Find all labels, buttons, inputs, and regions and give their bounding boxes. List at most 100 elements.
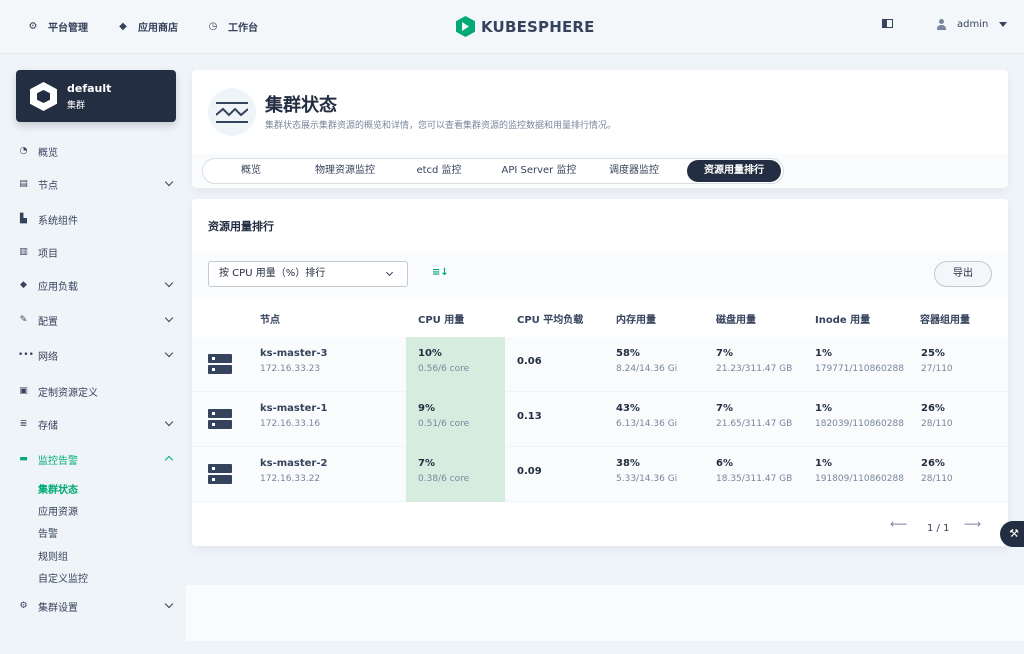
memory-usage: 38% xyxy=(616,458,640,469)
node-name[interactable]: ks-master-1 xyxy=(260,403,327,414)
inode-usage: 1% xyxy=(815,403,832,414)
sidebar-item-label: 集群设置 xyxy=(38,602,78,614)
chevron-down-icon xyxy=(164,177,174,187)
inode-cell: 1% 191809/110860288 xyxy=(815,458,904,484)
sidebar-item-label: 系统组件 xyxy=(38,215,78,227)
disk-usage: 7% xyxy=(716,348,733,359)
inode-cell: 1% 182039/110860288 xyxy=(815,403,904,429)
sidebar-sub-alerts[interactable]: 告警 xyxy=(38,525,58,540)
sidebar-item-label: 项目 xyxy=(38,248,58,260)
memory-cell: 58% 8.24/14.36 Gi xyxy=(616,348,677,374)
disk-usage: 7% xyxy=(716,403,733,414)
cluster-status-icon xyxy=(208,88,256,136)
page-header: 集群状态 集群状态展示集群资源的概览和详情，您可以查看集群资源的监控数据和用量排… xyxy=(192,70,1008,154)
disk-cell: 7% 21.65/311.47 GB xyxy=(716,403,792,429)
crd-icon: ▣ xyxy=(19,386,28,396)
pods-usage: 25% xyxy=(921,348,945,359)
export-button[interactable]: 导出 xyxy=(934,261,992,287)
nav-app-store-label: 应用商店 xyxy=(138,23,178,34)
tab-group: 概览 物理资源监控 etcd 监控 API Server 监控 调度器监控 资源… xyxy=(202,158,784,184)
node-name[interactable]: ks-master-3 xyxy=(260,348,327,359)
nav-app-store[interactable]: ◆ 应用商店 xyxy=(117,19,178,34)
sidebar-item-cluster-settings[interactable]: ⚙ 集群设置 xyxy=(18,598,178,614)
prev-page-arrow-icon[interactable]: ⟵ xyxy=(890,517,907,531)
tab-api-server[interactable]: API Server 监控 xyxy=(487,160,591,182)
tab-physical-resources[interactable]: 物理资源监控 xyxy=(299,160,391,182)
nav-workbench-label: 工作台 xyxy=(228,23,258,34)
kubesphere-logo[interactable]: KUBESPHERE xyxy=(456,16,595,37)
cpu-usage: 10% xyxy=(418,348,442,359)
pods-cell: 26% 28/110 xyxy=(921,458,953,484)
nav-platform[interactable]: ⚙ 平台管理 xyxy=(27,19,88,34)
pods-detail: 28/110 xyxy=(921,474,953,484)
toolbox-hammer-icon[interactable]: ⚒ xyxy=(1000,521,1024,547)
chevron-down-icon xyxy=(385,268,394,277)
sidebar-item-config[interactable]: ✎ 配置 xyxy=(18,312,178,328)
tab-overview[interactable]: 概览 xyxy=(205,160,297,182)
load-cell: 0.13 xyxy=(517,411,542,422)
sidebar-item-label: 应用负载 xyxy=(38,281,78,293)
node-cell: ks-master-2 172.16.33.22 xyxy=(260,458,327,484)
sort-select-value: 按 CPU 用量（%）排行 xyxy=(219,268,326,279)
page-header-card: 集群状态 集群状态展示集群资源的概览和详情，您可以查看集群资源的监控数据和用量排… xyxy=(192,70,1008,188)
gear-icon: ⚙ xyxy=(28,21,38,32)
sidebar-sub-app-resources[interactable]: 应用资源 xyxy=(38,503,78,518)
pagination-indicator: 1 / 1 xyxy=(927,523,950,534)
chevron-down-icon xyxy=(164,599,174,609)
sidebar-item-storage[interactable]: ≣ 存储 xyxy=(18,416,178,432)
user-name: admin xyxy=(957,19,989,30)
column-header-disk: 磁盘用量 xyxy=(716,315,756,326)
table-row[interactable]: ks-master-2 172.16.33.22 7% 0.38/6 core … xyxy=(192,447,1008,502)
sidebar-item-monitoring[interactable]: ▬ 监控告警 xyxy=(18,451,178,467)
tab-etcd[interactable]: etcd 监控 xyxy=(393,160,485,182)
sidebar-item-label: 定制资源定义 xyxy=(38,387,98,399)
sidebar-sub-custom-monitoring[interactable]: 自定义监控 xyxy=(38,570,88,585)
next-page-arrow-icon[interactable]: ⟶ xyxy=(964,517,981,531)
disk-cell: 6% 18.35/311.47 GB xyxy=(716,458,792,484)
tabs-bar: 概览 物理资源监控 etcd 监控 API Server 监控 调度器监控 资源… xyxy=(192,154,1008,188)
user-menu[interactable]: admin xyxy=(937,19,1008,30)
sidebar-item-crd[interactable]: ▣ 定制资源定义 xyxy=(18,383,178,399)
chevron-down-icon xyxy=(164,348,174,358)
user-icon xyxy=(937,19,946,30)
table-row[interactable]: ks-master-1 172.16.33.16 9% 0.51/6 core … xyxy=(192,392,1008,447)
node-ip: 172.16.33.22 xyxy=(260,474,321,484)
docs-button[interactable] xyxy=(882,19,893,28)
sidebar-item-overview[interactable]: ◔ 概览 xyxy=(18,143,178,159)
book-icon xyxy=(882,19,893,28)
memory-usage: 58% xyxy=(616,348,640,359)
node-name[interactable]: ks-master-2 xyxy=(260,458,327,469)
sidebar-item-network[interactable]: ••• 网络 xyxy=(18,347,178,363)
page-title: 集群状态 xyxy=(265,95,337,116)
column-header-cpu: CPU 用量 xyxy=(418,315,465,326)
cpu-load: 0.06 xyxy=(517,356,542,367)
clock-icon: ◷ xyxy=(208,21,218,32)
load-cell: 0.09 xyxy=(517,466,542,477)
database-icon: ≣ xyxy=(19,419,28,429)
sidebar-item-workloads[interactable]: ◆ 应用负载 xyxy=(18,277,178,293)
chevron-up-icon xyxy=(164,455,174,465)
nav-workbench[interactable]: ◷ 工作台 xyxy=(207,19,258,34)
footer-area xyxy=(186,585,1024,641)
sidebar-item-components[interactable]: ▙ 系统组件 xyxy=(18,211,178,227)
sidebar-sub-cluster-status[interactable]: 集群状态 xyxy=(38,481,78,496)
disk-detail: 18.35/311.47 GB xyxy=(716,474,793,484)
memory-cell: 38% 5.33/14.36 Gi xyxy=(616,458,677,484)
table-row[interactable]: ks-master-3 172.16.33.23 10% 0.56/6 core… xyxy=(192,337,1008,392)
cluster-selector[interactable]: default 集群 xyxy=(16,70,176,122)
memory-usage: 43% xyxy=(616,403,640,414)
sidebar-item-label: 节点 xyxy=(38,180,58,192)
sidebar-item-nodes[interactable]: ▤ 节点 xyxy=(18,176,178,192)
cluster-icon xyxy=(30,82,57,111)
sidebar-sub-rule-groups[interactable]: 规则组 xyxy=(38,548,68,563)
tab-scheduler[interactable]: 调度器监控 xyxy=(593,160,675,182)
node-ip: 172.16.33.23 xyxy=(260,364,321,374)
pods-detail: 28/110 xyxy=(921,419,953,429)
cpu-load: 0.09 xyxy=(517,466,542,477)
tab-resource-ranking[interactable]: 资源用量排行 xyxy=(687,160,781,182)
sort-select[interactable]: 按 CPU 用量（%）排行 xyxy=(208,261,408,287)
server-icon xyxy=(208,462,232,486)
cpu-detail: 0.51/6 core xyxy=(418,419,470,429)
sort-order-icon[interactable]: ≡↓ xyxy=(432,267,449,278)
sidebar-item-projects[interactable]: ▥ 项目 xyxy=(18,244,178,260)
